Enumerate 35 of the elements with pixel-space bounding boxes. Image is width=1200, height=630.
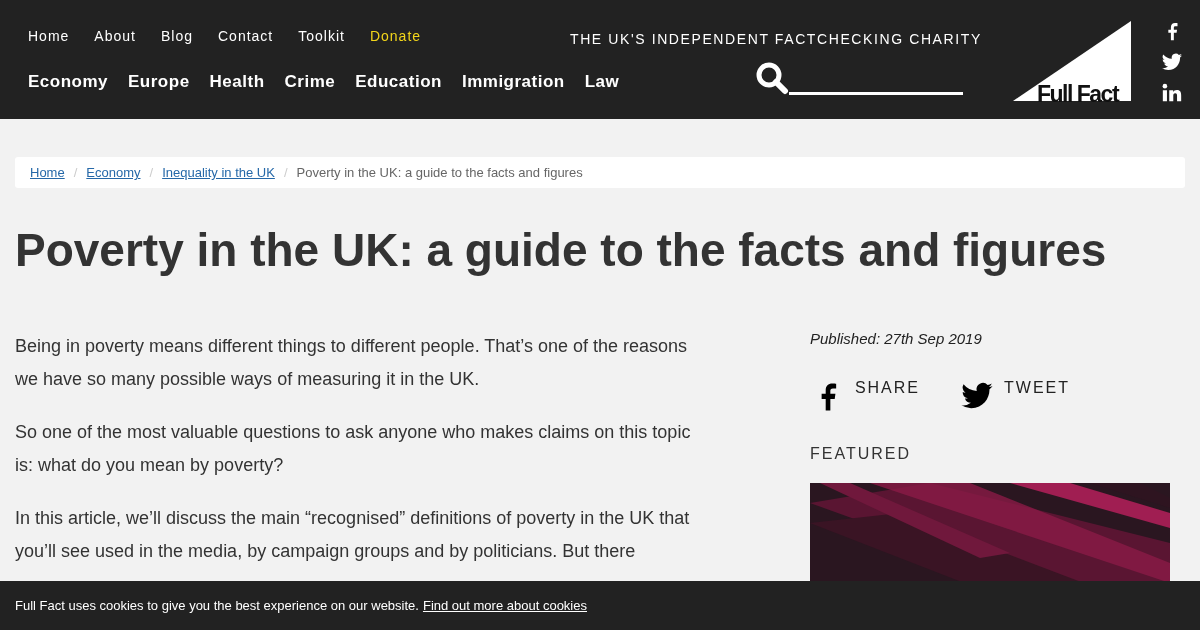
breadcrumb-link[interactable]: Home bbox=[30, 165, 65, 180]
published-date: Published: 27th Sep 2019 bbox=[810, 330, 983, 347]
twitter-icon[interactable] bbox=[1161, 51, 1183, 73]
share-link[interactable]: SHARE bbox=[810, 377, 920, 415]
topic-link[interactable]: Economy bbox=[28, 72, 109, 92]
nav-link[interactable]: About bbox=[94, 28, 136, 44]
nav-link[interactable]: Blog bbox=[160, 28, 193, 44]
breadcrumb-current: Poverty in the UK: a guide to the facts and figures bbox=[296, 165, 583, 180]
breadcrumb-separator: / bbox=[149, 165, 154, 180]
nav-link[interactable]: Home bbox=[28, 28, 70, 44]
search-icon[interactable] bbox=[755, 61, 789, 95]
paragraph: Being in poverty means different things to different people. That’s one of the reasons we have so many possible ways of measuring it in the UK. bbox=[15, 335, 689, 391]
nav-link[interactable]: Contact bbox=[218, 28, 274, 44]
nav-link[interactable]: Toolkit bbox=[298, 28, 345, 44]
topic-link[interactable]: Immigration bbox=[461, 72, 565, 92]
topic-link[interactable]: Education bbox=[355, 72, 442, 92]
breadcrumb-separator: / bbox=[73, 165, 78, 180]
topic-link[interactable]: Health bbox=[209, 72, 265, 92]
linkedin-icon[interactable] bbox=[1161, 82, 1183, 104]
cookie-link[interactable]: Find out more about cookies bbox=[422, 598, 587, 613]
breadcrumb-link[interactable]: Economy bbox=[86, 165, 141, 180]
nav-link[interactable]: Donate bbox=[369, 28, 422, 44]
topic-link[interactable]: Europe bbox=[128, 72, 190, 92]
topic-link[interactable]: Crime bbox=[284, 72, 336, 92]
page-title: Poverty in the UK: a guide to the facts and figures bbox=[15, 223, 1108, 278]
share-link[interactable]: TWEET bbox=[960, 377, 1070, 415]
tagline: THE UK'S INDEPENDENT FACTCHECKING CHARITY bbox=[570, 31, 982, 47]
paragraph: So one of the most valuable questions to ask anyone who makes claims on this topic is: what do you mean by poverty? bbox=[15, 421, 692, 477]
breadcrumb-link[interactable]: Inequality in the UK bbox=[162, 165, 275, 180]
paragraph: In this article, we’ll discuss the main “recognised” definitions of poverty in the UK that you’ll see used in the media, by campaign groups and by politicians. But there bbox=[15, 507, 691, 563]
topic-link[interactable]: Law bbox=[584, 72, 620, 92]
breadcrumb-separator: / bbox=[283, 165, 288, 180]
logo[interactable]: Full Fact bbox=[1013, 21, 1133, 102]
cookie-message: Full Fact uses cookies to give you the best experience on our website. bbox=[15, 598, 419, 613]
section-heading: FEATURED bbox=[810, 445, 913, 463]
